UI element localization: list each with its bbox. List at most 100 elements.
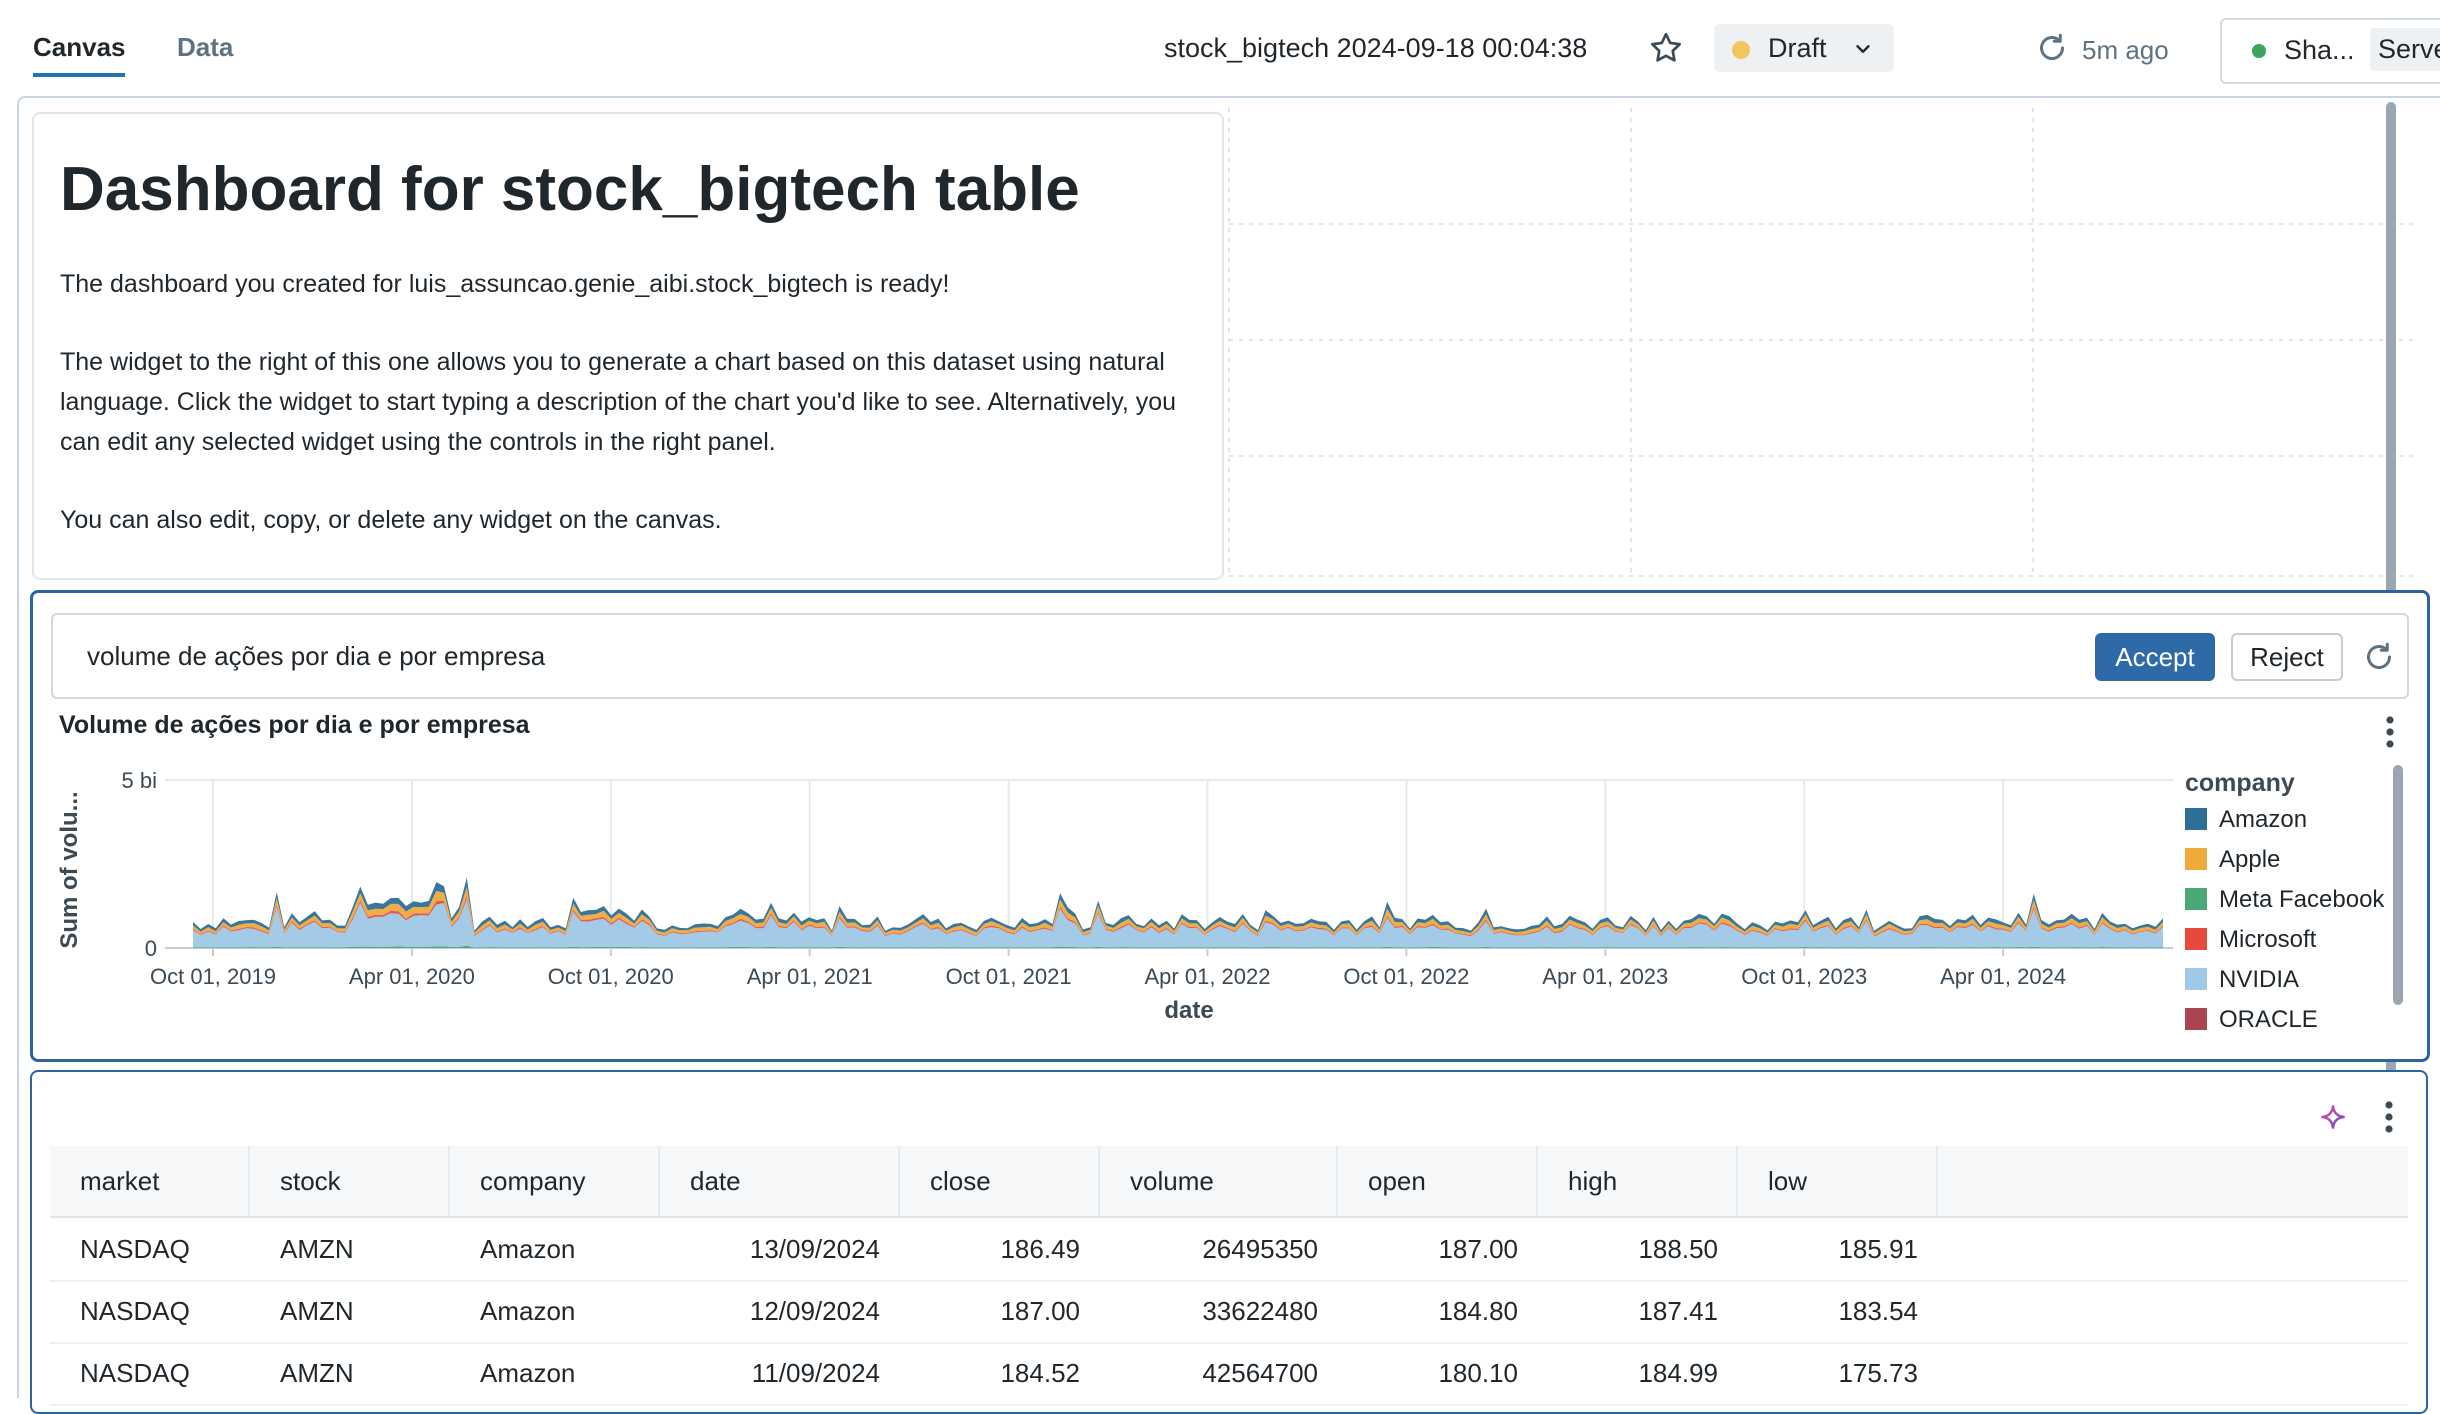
cell-close: 187.00 [1000, 1296, 1080, 1326]
star-icon[interactable] [1648, 30, 1684, 66]
y-tick-label: 0 [145, 936, 157, 961]
serve-button[interactable]: Serve [2370, 28, 2440, 71]
active-tab-indicator [33, 73, 125, 77]
cell-close: 186.49 [1000, 1234, 1080, 1264]
chart-prompt-input[interactable]: volume de ações por dia e por empresa Ac… [51, 613, 2409, 699]
cell-stock: AMZN [280, 1358, 354, 1388]
last-refreshed-label: 5m ago [2082, 35, 2169, 65]
column-header-market[interactable]: market [50, 1146, 250, 1216]
y-tick-label: 5 bi [122, 768, 157, 793]
top-bar: Canvas Data stock_bigtech 2024-09-18 00:… [0, 0, 2440, 96]
cell-high: 188.50 [1638, 1234, 1718, 1264]
table-menu-icon[interactable] [2384, 1100, 2394, 1134]
legend-label: Amazon [2219, 806, 2308, 833]
x-tick-label: Apr 01, 2024 [1940, 964, 2066, 989]
intro-paragraph: The dashboard you created for luis_assun… [60, 270, 950, 298]
sparkle-icon[interactable] [2316, 1100, 2350, 1134]
instructions-paragraph: The widget to the right of this one allo… [60, 348, 1177, 456]
cell-company: Amazon [480, 1234, 576, 1264]
column-header-low[interactable]: low [1738, 1146, 1938, 1216]
table-header: market stock company date close volume open hig… [50, 1146, 2408, 1218]
draft-status-dot [1732, 41, 1750, 59]
x-tick-label: Oct 01, 2020 [548, 964, 674, 989]
x-axis-label: date [1164, 997, 1213, 1024]
table-widget[interactable]: market stock company date close volume open hig… [30, 1070, 2428, 1414]
tab-data[interactable]: Data [177, 32, 233, 63]
column-header-stock[interactable]: stock [250, 1146, 450, 1216]
table-row[interactable]: NASDAQ AMZN Amazon 13/09/2024 186.49 26495350… [50, 1218, 2408, 1282]
legend-item-apple[interactable]: Apple [2185, 845, 2280, 875]
share-button[interactable]: Sha... Serve [2220, 18, 2440, 84]
legend-swatch [2185, 887, 2207, 910]
legend-swatch [2185, 967, 2207, 990]
legend-item-microsoft[interactable]: Microsoft [2185, 925, 2316, 955]
accept-button[interactable]: Accept [2095, 633, 2215, 681]
draft-status-dropdown[interactable]: Draft [1714, 24, 1894, 72]
legend-swatch [2185, 1007, 2207, 1030]
legend-label: Microsoft [2219, 926, 2317, 953]
x-tick-label: Oct 01, 2019 [150, 964, 276, 989]
cell-stock: AMZN [280, 1296, 354, 1326]
x-tick-label: Apr 01, 2022 [1145, 964, 1271, 989]
text-widget[interactable]: Dashboard for stock_bigtech table The da… [32, 112, 1224, 580]
cell-low: 175.73 [1838, 1358, 1918, 1388]
draft-status-label: Draft [1768, 33, 1827, 63]
legend-item-nvidia[interactable]: NVIDIA [2185, 965, 2299, 995]
legend-label: Meta Facebook [2219, 886, 2385, 913]
legend-swatch [2185, 847, 2207, 870]
legend-swatch [2185, 927, 2207, 950]
column-header-open[interactable]: open [1338, 1146, 1538, 1216]
tab-canvas[interactable]: Canvas [33, 32, 126, 63]
cell-market: NASDAQ [80, 1234, 190, 1264]
cell-high: 184.99 [1638, 1358, 1718, 1388]
dashboard-heading: Dashboard for stock_bigtech table [60, 155, 1080, 224]
volume-area-chart: 0 5 bi Oct 01, 2019 Apr 01, 2020 Oct 01, 202… [56, 768, 2173, 1024]
x-tick-label: Oct 01, 2021 [946, 964, 1072, 989]
column-header-company[interactable]: company [450, 1146, 660, 1216]
column-header-date[interactable]: date [660, 1146, 900, 1216]
cell-stock: AMZN [280, 1234, 354, 1264]
x-tick-label: Oct 01, 2023 [1741, 964, 1867, 989]
legend-item-meta-facebook[interactable]: Meta Facebook [2185, 885, 2384, 915]
chart-prompt-text: volume de ações por dia e por empresa [87, 641, 546, 671]
cell-volume: 42564700 [1202, 1358, 1318, 1388]
column-header-volume[interactable]: volume [1100, 1146, 1338, 1216]
legend-item-oracle[interactable]: ORACLE [2185, 1005, 2318, 1035]
cell-low: 183.54 [1838, 1296, 1918, 1326]
legend-label: Apple [2219, 846, 2281, 873]
refresh-icon[interactable] [2034, 30, 2070, 66]
cell-high: 187.41 [1638, 1296, 1718, 1326]
column-header-high[interactable]: high [1538, 1146, 1738, 1216]
y-axis-label: Sum of volu... [56, 791, 83, 948]
edit-paragraph: You can also edit, copy, or delete any w… [60, 506, 722, 534]
cell-low: 185.91 [1838, 1234, 1918, 1264]
x-tick-label: Oct 01, 2022 [1343, 964, 1469, 989]
cell-date: 13/09/2024 [749, 1234, 880, 1264]
cell-date: 12/09/2024 [749, 1296, 880, 1326]
table-row[interactable]: NASDAQ AMZN Amazon 12/09/2024 187.00 33622480… [50, 1280, 2408, 1344]
share-status-dot [2252, 44, 2266, 58]
cell-date: 11/09/2024 [751, 1358, 880, 1388]
legend-scrollbar[interactable] [2393, 765, 2403, 1005]
dashboard-name[interactable]: stock_bigtech 2024-09-18 00:04:38 [1164, 33, 1587, 64]
x-tick-label: Apr 01, 2021 [747, 964, 873, 989]
reject-button[interactable]: Reject [2231, 633, 2343, 681]
chart-menu-icon[interactable] [2385, 715, 2395, 749]
legend-title: company [2185, 769, 2295, 797]
ai-chart-widget[interactable]: volume de ações por dia e por empresa Ac… [30, 590, 2430, 1062]
legend-item-amazon[interactable]: Amazon [2185, 805, 2307, 835]
legend-label: NVIDIA [2219, 966, 2300, 993]
legend-label: ORACLE [2219, 1006, 2318, 1033]
share-label: Sha... [2284, 35, 2355, 65]
chevron-down-icon [1856, 45, 1870, 53]
cell-open: 187.00 [1438, 1234, 1518, 1264]
regenerate-icon[interactable] [2361, 639, 2397, 675]
cell-company: Amazon [480, 1358, 576, 1388]
cell-open: 184.80 [1438, 1296, 1518, 1326]
table-row[interactable]: NASDAQ AMZN Amazon 11/09/2024 184.52 42564700… [50, 1342, 2408, 1406]
cell-company: Amazon [480, 1296, 576, 1326]
column-header-close[interactable]: close [900, 1146, 1100, 1216]
cell-open: 180.10 [1438, 1358, 1518, 1388]
x-tick-label: Apr 01, 2020 [349, 964, 475, 989]
legend-swatch [2185, 807, 2207, 830]
